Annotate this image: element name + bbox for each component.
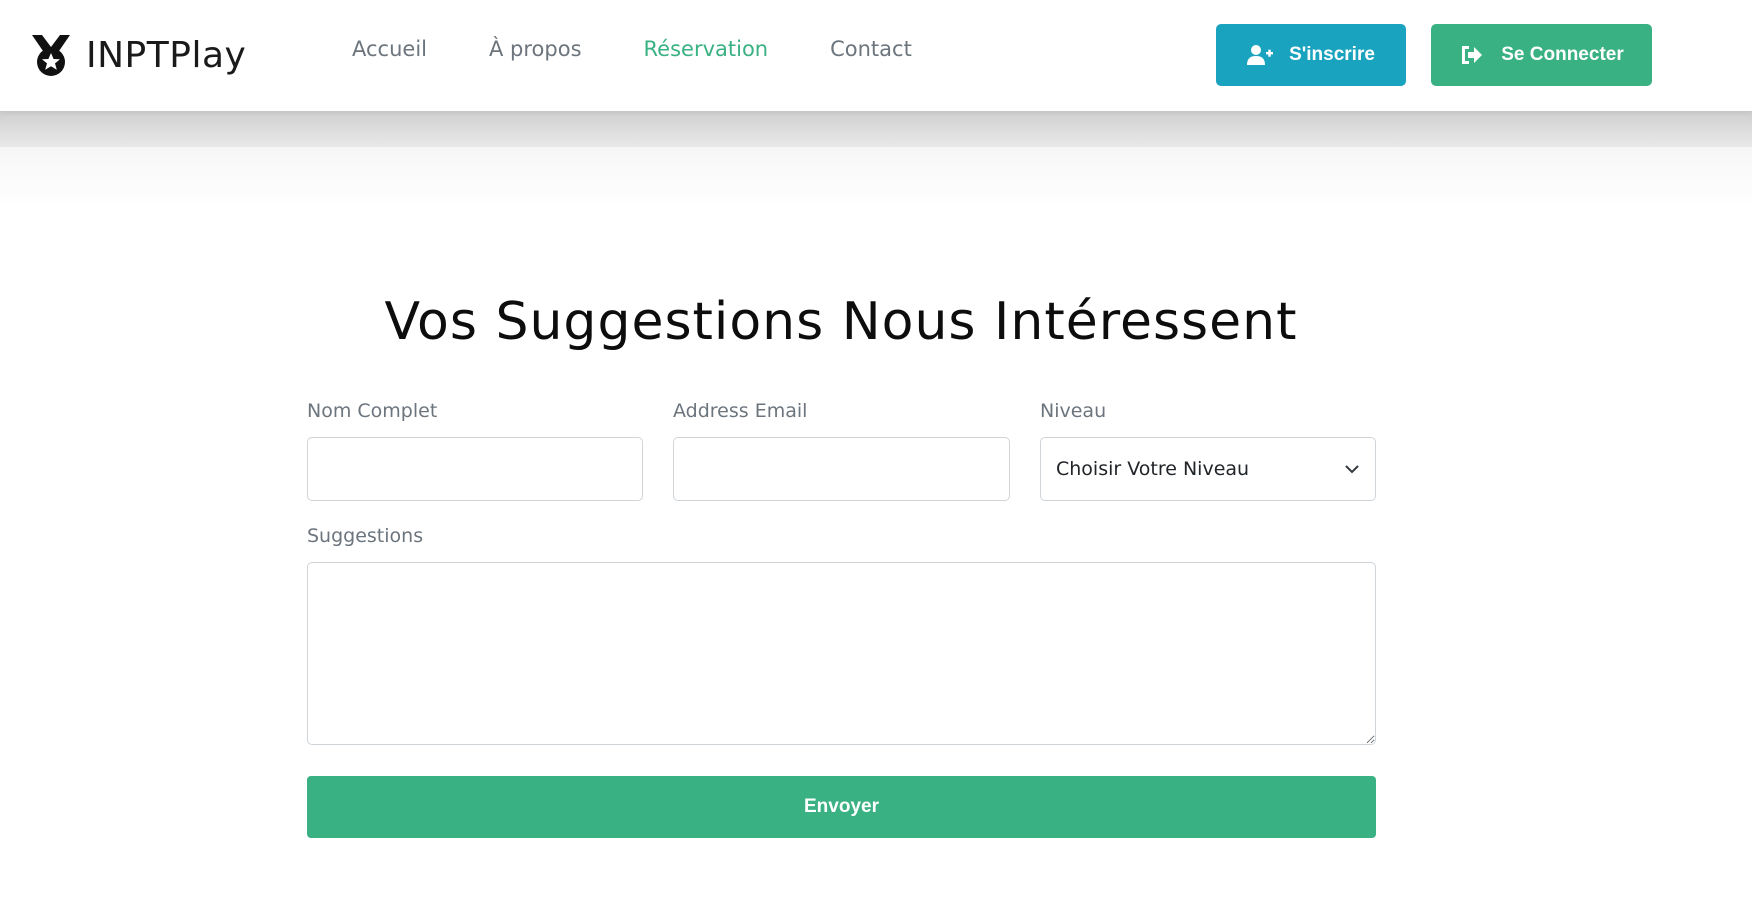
level-select-value: Choisir Votre Niveau bbox=[1056, 458, 1250, 480]
nav-link-a-propos[interactable]: À propos bbox=[489, 37, 582, 61]
sign-in-icon bbox=[1462, 46, 1483, 64]
suggestions-textarea[interactable] bbox=[307, 562, 1376, 745]
header-shadow-fade bbox=[0, 147, 1752, 207]
suggestions-field-label: Suggestions bbox=[307, 525, 424, 547]
register-button[interactable]: S'inscrire bbox=[1216, 24, 1406, 86]
user-plus-icon bbox=[1247, 45, 1274, 65]
submit-button[interactable]: Envoyer bbox=[307, 776, 1376, 838]
nav-link-accueil[interactable]: Accueil bbox=[352, 37, 427, 61]
main-nav: Accueil À propos Réservation Contact bbox=[352, 37, 974, 61]
login-button-label: Se Connecter bbox=[1501, 44, 1624, 65]
page-title: Vos Suggestions Nous Intéressent bbox=[384, 292, 1298, 352]
chevron-down-icon bbox=[1345, 465, 1359, 474]
level-field-label: Niveau bbox=[1040, 400, 1107, 422]
name-field-label: Nom Complet bbox=[307, 400, 438, 422]
login-button[interactable]: Se Connecter bbox=[1431, 24, 1652, 86]
nav-link-reservation[interactable]: Réservation bbox=[644, 37, 769, 61]
email-input[interactable] bbox=[673, 437, 1010, 501]
brand[interactable]: INPTPlay bbox=[30, 30, 246, 80]
register-button-label: S'inscrire bbox=[1289, 44, 1375, 65]
nav-link-contact[interactable]: Contact bbox=[830, 37, 912, 61]
header-shadow-band bbox=[0, 111, 1752, 147]
email-field-label: Address Email bbox=[673, 400, 808, 422]
brand-name: INPTPlay bbox=[86, 34, 247, 76]
medal-star-icon bbox=[32, 35, 70, 76]
top-navbar: INPTPlay Accueil À propos Réservation Co… bbox=[0, 0, 1752, 111]
level-select[interactable]: Choisir Votre Niveau bbox=[1040, 437, 1376, 501]
name-input[interactable] bbox=[307, 437, 643, 501]
